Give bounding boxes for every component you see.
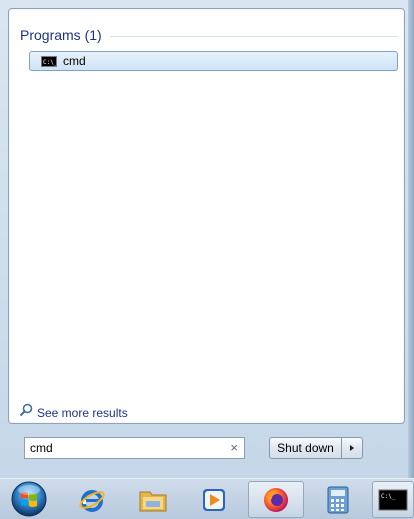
taskbar-internet-explorer[interactable]: [64, 481, 120, 518]
shutdown-button[interactable]: Shut down: [269, 437, 341, 459]
group-divider: [109, 35, 398, 37]
command-prompt-icon: C:\_: [41, 55, 57, 67]
result-item-cmd[interactable]: C:\_ cmd: [29, 51, 398, 71]
cmd-thumbnail-text: C:\_: [381, 493, 396, 500]
search-icon: [19, 403, 33, 422]
taskbar-calculator[interactable]: [310, 481, 366, 518]
taskbar-firefox[interactable]: [248, 481, 304, 518]
calculator-icon: [327, 486, 349, 513]
media-player-icon: [203, 488, 225, 511]
search-input[interactable]: [30, 441, 220, 455]
shutdown-control: Shut down: [269, 437, 363, 459]
search-results-pane: Programs (1) C:\_ cmd See more results: [8, 8, 405, 424]
command-prompt-icon: C:\_: [378, 489, 408, 510]
taskbar-media-player[interactable]: [186, 481, 242, 518]
taskbar-file-explorer[interactable]: [125, 481, 181, 518]
start-menu: Programs (1) C:\_ cmd See more results ×: [0, 0, 414, 478]
see-more-results-label: See more results: [37, 405, 128, 420]
clear-search-icon[interactable]: ×: [230, 441, 238, 455]
firefox-icon: [264, 487, 288, 512]
see-more-results-link[interactable]: See more results: [19, 403, 128, 422]
internet-explorer-icon: [79, 489, 105, 512]
result-item-label: cmd: [63, 54, 86, 68]
svg-text:C:\_: C:\_: [43, 59, 56, 66]
start-button[interactable]: [9, 480, 49, 518]
programs-group-title[interactable]: Programs (1): [20, 27, 102, 43]
taskbar: C:\_: [0, 478, 414, 519]
file-explorer-icon: [139, 491, 167, 511]
search-box[interactable]: ×: [24, 437, 245, 459]
programs-group-header[interactable]: Programs (1): [20, 27, 398, 43]
taskbar-command-prompt[interactable]: C:\_: [372, 481, 414, 518]
start-orb-icon: [11, 481, 47, 517]
chevron-right-icon: [350, 445, 354, 451]
shutdown-options-button[interactable]: [341, 437, 363, 459]
